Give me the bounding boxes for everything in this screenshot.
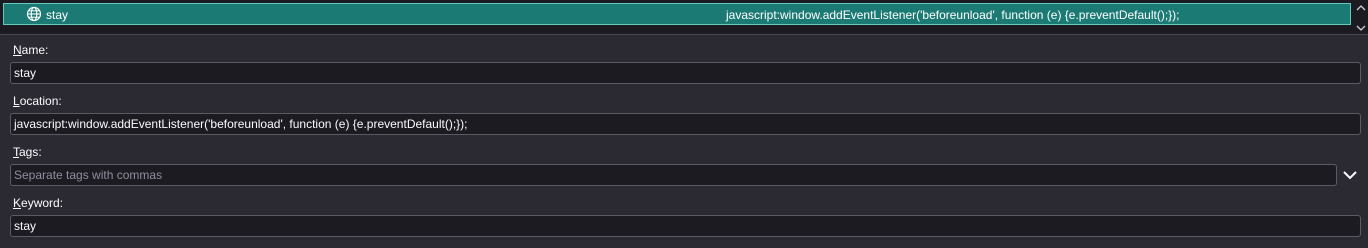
- name-input[interactable]: stay: [10, 62, 1361, 84]
- tags-input[interactable]: Separate tags with commas: [10, 164, 1337, 186]
- location-label-accel: L: [13, 94, 20, 108]
- bookmark-row-selected[interactable]: stay javascript:window.addEventListener(…: [3, 3, 1351, 25]
- scroll-up-icon[interactable]: [1356, 2, 1366, 12]
- location-label-text: ocation:: [19, 94, 62, 108]
- panel-divider: [0, 34, 1368, 35]
- name-label-accel: N: [13, 43, 22, 57]
- globe-icon: [26, 6, 42, 22]
- chevron-down-icon[interactable]: [1341, 166, 1359, 184]
- bookmark-row-location: javascript:window.addEventListener('befo…: [726, 8, 1180, 22]
- list-scrollbar[interactable]: [1353, 0, 1368, 34]
- tags-label-text: ags:: [19, 145, 42, 159]
- tags-placeholder: Separate tags with commas: [14, 168, 163, 182]
- keyword-input[interactable]: stay: [10, 215, 1361, 237]
- name-label-text: ame:: [21, 43, 49, 57]
- location-label: Location:: [13, 94, 62, 108]
- location-input[interactable]: javascript:window.addEventListener('befo…: [10, 113, 1361, 135]
- bookmark-list[interactable]: stay javascript:window.addEventListener(…: [0, 0, 1368, 34]
- name-label: Name:: [13, 43, 48, 57]
- keyword-label-text: eyword:: [21, 196, 64, 210]
- keyword-label-accel: K: [13, 196, 22, 210]
- scroll-down-icon[interactable]: [1356, 22, 1366, 32]
- keyword-label: Keyword:: [13, 196, 63, 210]
- tags-label: Tags:: [13, 145, 42, 159]
- bookmark-row-name: stay: [46, 8, 69, 22]
